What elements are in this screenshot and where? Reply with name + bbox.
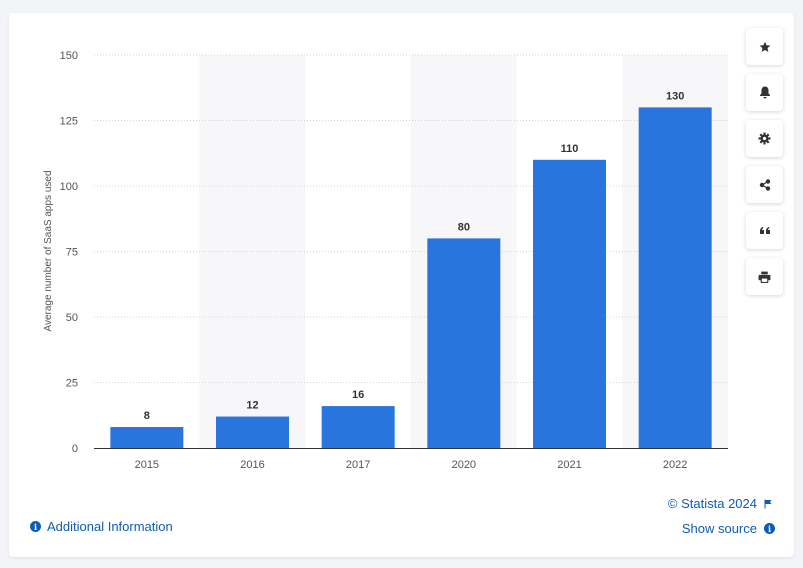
data-label: 110 — [561, 143, 579, 155]
bar — [638, 107, 712, 449]
y-tick-label: 25 — [66, 378, 78, 390]
x-tick-label: 2015 — [135, 459, 159, 471]
y-axis-label: Average number of SaaS apps used — [43, 170, 54, 331]
print-button[interactable] — [746, 258, 783, 295]
info-icon: i — [764, 523, 775, 534]
printer-icon — [758, 271, 771, 283]
x-tick-label: 2016 — [240, 459, 264, 471]
x-tick-label: 2017 — [346, 459, 370, 471]
bar — [216, 416, 289, 448]
quote-icon — [759, 226, 770, 234]
data-label: 8 — [144, 410, 150, 422]
y-tick-label: 50 — [66, 312, 78, 324]
y-tick-label: 75 — [66, 247, 78, 259]
y-tick-label: 100 — [60, 181, 78, 193]
notification-button[interactable] — [746, 74, 783, 111]
data-label: 16 — [352, 389, 364, 401]
data-label: 12 — [246, 400, 258, 412]
share-icon — [759, 178, 770, 191]
bar — [533, 159, 606, 449]
settings-button[interactable] — [746, 120, 783, 157]
additional-information-label: Additional Information — [47, 519, 173, 534]
bell-icon — [759, 86, 770, 99]
additional-information-link[interactable]: i Additional Information — [30, 519, 173, 534]
data-label: 80 — [458, 221, 470, 233]
favorite-button[interactable] — [746, 28, 783, 65]
flag-icon — [764, 499, 772, 508]
y-axis-ticks: 0 25 50 75 100 125 150 — [60, 50, 78, 455]
bar-chart: 0255075100125150 8121680110130 2015 2016 2… — [43, 50, 728, 471]
bar — [427, 238, 501, 448]
x-tick-label: 2022 — [663, 459, 687, 471]
gear-icon — [758, 132, 771, 145]
y-tick-label: 0 — [72, 443, 78, 455]
show-source-label: Show source — [681, 521, 757, 536]
info-icon: i — [30, 521, 41, 532]
data-label: 130 — [666, 90, 684, 102]
y-tick-label: 125 — [60, 116, 78, 128]
share-button[interactable] — [746, 166, 783, 203]
y-tick-label: 150 — [60, 50, 78, 62]
copyright-link[interactable]: © Statista 2024 — [668, 496, 773, 511]
bar — [110, 427, 184, 448]
star-icon — [759, 41, 770, 52]
x-tick-label: 2021 — [557, 459, 581, 471]
copyright-label: © Statista 2024 — [667, 496, 757, 511]
bar — [321, 406, 395, 448]
cite-button[interactable] — [746, 212, 783, 249]
x-axis-ticks: 2015 2016 2017 2020 2021 2022 — [135, 459, 688, 471]
show-source-link[interactable]: Show source i — [682, 521, 775, 536]
x-tick-label: 2020 — [452, 459, 476, 471]
